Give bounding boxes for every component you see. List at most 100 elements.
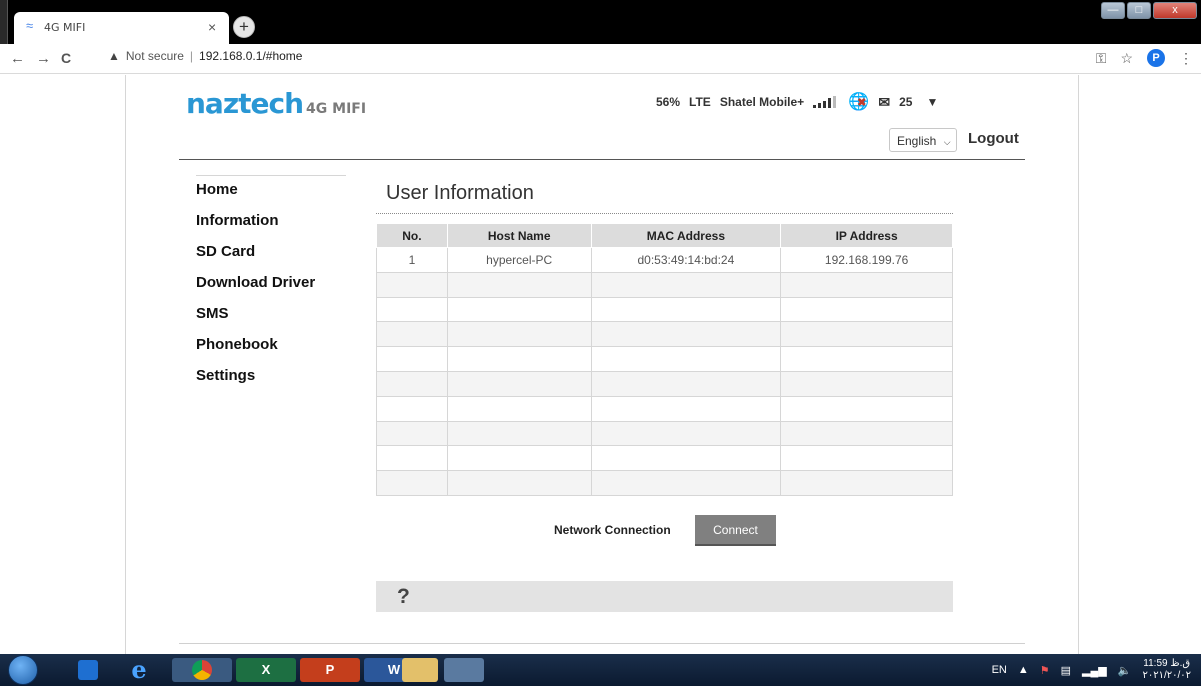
sidebar-divider bbox=[196, 175, 346, 176]
window-edge bbox=[0, 0, 8, 44]
cell-host-name bbox=[446, 420, 592, 447]
volume-icon[interactable]: 🔈 bbox=[1118, 664, 1132, 677]
address-bar: ← → C ▲ Not secure | 192.168.0.1/#home ⚿ ☆ … bbox=[0, 44, 1201, 74]
device-model: 4G MIFI bbox=[306, 101, 367, 117]
table-row bbox=[376, 445, 953, 472]
cell-ip-address bbox=[780, 395, 953, 422]
forward-icon[interactable]: → bbox=[36, 50, 51, 67]
start-button[interactable] bbox=[8, 655, 38, 685]
network-tray-icon[interactable]: ▤ bbox=[1061, 664, 1071, 677]
sidebar-item-phonebook[interactable]: Phonebook bbox=[196, 336, 315, 367]
title-divider bbox=[376, 213, 953, 214]
cell-no bbox=[376, 370, 448, 397]
sidebar-item-settings[interactable]: Settings bbox=[196, 367, 315, 398]
maximize-button[interactable]: □ bbox=[1127, 2, 1151, 19]
connect-button[interactable]: Connect bbox=[695, 515, 776, 546]
cell-mac-address: d0:53:49:14:bd:24 bbox=[590, 247, 782, 273]
back-icon[interactable]: ← bbox=[10, 50, 25, 67]
battery-level: 56% bbox=[656, 95, 681, 109]
table-row bbox=[376, 271, 953, 298]
action-center-flag-icon[interactable]: ⚑ bbox=[1040, 664, 1050, 677]
window-controls: — □ x bbox=[1101, 2, 1201, 20]
cell-host-name bbox=[446, 470, 592, 496]
paint-icon[interactable] bbox=[444, 658, 484, 682]
sidebar-item-sms[interactable]: SMS bbox=[196, 305, 315, 336]
internet-explorer-icon[interactable]: e bbox=[126, 658, 152, 682]
omnibox[interactable]: ▲ Not secure | 192.168.0.1/#home bbox=[108, 49, 302, 63]
sidebar-item-sd-card[interactable]: SD Card bbox=[196, 243, 315, 274]
cell-mac-address bbox=[590, 420, 782, 447]
excel-icon[interactable]: X bbox=[236, 658, 296, 682]
table-row bbox=[376, 470, 953, 496]
table-header-row: No. Host Name MAC Address IP Address bbox=[376, 223, 953, 248]
language-value: English bbox=[897, 134, 937, 148]
help-icon[interactable]: ? bbox=[397, 585, 410, 609]
windows-taskbar: e X P W EN ▲ ⚑ ▤ ▂▄▆ 🔈 11:59 ق.ظ ۲۰۲۱/۲۰… bbox=[0, 654, 1201, 686]
table-row: 1 hypercel-PC d0:53:49:14:bd:24 192.168.… bbox=[376, 247, 953, 273]
wifi-icon: ▼ bbox=[926, 95, 939, 109]
browser-menu-icon[interactable]: ⋮ bbox=[1179, 50, 1193, 67]
key-icon[interactable]: ⚿ bbox=[1096, 50, 1107, 67]
chevron-down-icon: ⌵ bbox=[943, 137, 951, 147]
logout-link[interactable]: Logout bbox=[968, 130, 1019, 147]
cell-mac-address bbox=[590, 346, 782, 372]
show-hidden-icons-icon[interactable]: ▲ bbox=[1018, 664, 1029, 676]
cell-host-name bbox=[446, 346, 592, 372]
omnibox-divider: | bbox=[189, 49, 194, 63]
cell-mac-address bbox=[590, 370, 782, 397]
tab-title: 4G MIFI bbox=[44, 21, 86, 34]
column-header-ip-address: IP Address bbox=[780, 223, 953, 248]
tray-clock[interactable]: 11:59 ق.ظ ۲۰۲۱/۲۰/۰۲ bbox=[1142, 658, 1191, 682]
table-row bbox=[376, 420, 953, 447]
cell-mac-address bbox=[590, 445, 782, 472]
cell-host-name bbox=[446, 296, 592, 323]
cell-ip-address: 192.168.199.76 bbox=[780, 247, 953, 273]
input-language[interactable]: EN bbox=[992, 664, 1007, 676]
cell-host-name bbox=[446, 321, 592, 348]
page-left-border bbox=[125, 75, 126, 654]
brand-name: naztech bbox=[186, 87, 304, 120]
cell-host-name bbox=[446, 370, 592, 397]
cell-ip-address bbox=[780, 420, 953, 447]
cell-no bbox=[376, 470, 448, 496]
media-player-icon[interactable] bbox=[78, 660, 98, 680]
signal-strength-icon bbox=[813, 96, 837, 108]
powerpoint-icon[interactable]: P bbox=[300, 658, 360, 682]
page-title: User Information bbox=[386, 182, 534, 204]
star-icon[interactable]: ☆ bbox=[1120, 50, 1133, 67]
wifi-favicon-icon: ≈ bbox=[26, 18, 34, 33]
browser-tab[interactable]: ≈ 4G MIFI × bbox=[14, 12, 229, 44]
sms-count: 25 bbox=[899, 95, 913, 109]
sidebar-item-home[interactable]: Home bbox=[196, 181, 315, 212]
cell-mac-address bbox=[590, 271, 782, 298]
cell-no bbox=[376, 420, 448, 447]
profile-avatar[interactable]: P bbox=[1147, 49, 1165, 67]
table-row bbox=[376, 370, 953, 397]
browser-toolbar: ⚿ ☆ P ⋮ bbox=[1096, 49, 1193, 67]
cell-ip-address bbox=[780, 346, 953, 372]
chrome-icon[interactable] bbox=[172, 658, 232, 682]
language-select[interactable]: English ⌵ bbox=[889, 128, 957, 152]
close-window-button[interactable]: x bbox=[1153, 2, 1197, 19]
signal-tray-icon[interactable]: ▂▄▆ bbox=[1082, 664, 1107, 677]
cell-ip-address bbox=[780, 271, 953, 298]
tab-close-icon[interactable]: × bbox=[208, 19, 216, 35]
warning-icon: ▲ bbox=[108, 49, 120, 63]
cell-ip-address bbox=[780, 370, 953, 397]
cell-mac-address bbox=[590, 395, 782, 422]
page-right-border bbox=[1078, 75, 1079, 654]
cell-host-name bbox=[446, 271, 592, 298]
sms-envelope-icon[interactable]: ✉ bbox=[878, 94, 890, 111]
carrier-name: Shatel Mobile+ bbox=[719, 95, 805, 109]
minimize-button[interactable]: — bbox=[1101, 2, 1125, 19]
network-connection-label: Network Connection bbox=[554, 523, 671, 537]
table-row bbox=[376, 321, 953, 348]
header-divider bbox=[179, 159, 1025, 160]
table-row bbox=[376, 296, 953, 323]
file-explorer-icon[interactable] bbox=[402, 658, 438, 682]
new-tab-button[interactable]: + bbox=[233, 16, 255, 38]
sidebar-item-information[interactable]: Information bbox=[196, 212, 315, 243]
sidebar-item-download-driver[interactable]: Download Driver bbox=[196, 274, 315, 305]
reload-icon[interactable]: C bbox=[61, 50, 71, 66]
device-status-bar: 56% LTE Shatel Mobile+ 🌐 ✖ ✉ 25 ▼ bbox=[656, 92, 947, 112]
